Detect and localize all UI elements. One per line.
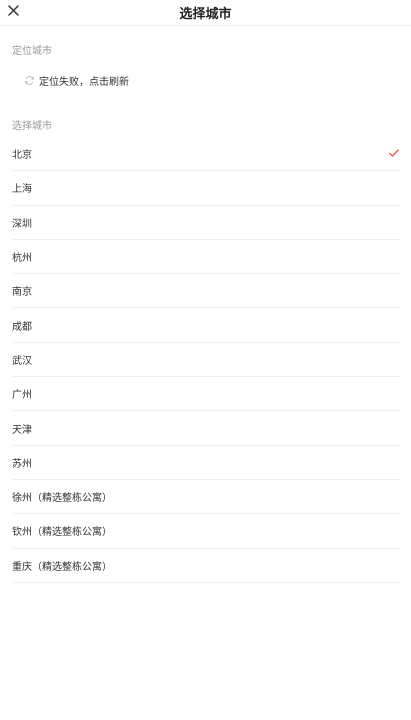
city-name: 广州 [12,390,32,402]
city-name: 苏州 [12,458,32,470]
city-item[interactable]: 广州 [12,377,400,412]
city-item[interactable]: 北京 [12,137,400,172]
city-item[interactable]: 重庆（精选整栋公寓） [12,549,400,583]
city-list: 北京上海深圳杭州南京成都武汉广州天津苏州徐州（精选整栋公寓） 钦州（精选整栋公寓）… [12,137,400,583]
city-name: 钦州（精选整栋公寓） [12,527,112,539]
city-item[interactable]: 钦州（精选整栋公寓） [12,514,400,549]
city-item[interactable]: 杭州 [12,240,400,275]
city-name: 杭州 [12,253,32,265]
city-item[interactable]: 上海 [12,171,400,206]
city-item[interactable]: 南京 [12,274,400,309]
city-name: 成都 [12,321,32,333]
city-item[interactable]: 武汉 [12,343,400,378]
refresh-icon [24,71,35,90]
city-name: 北京 [12,150,32,162]
city-name: 武汉 [12,355,32,367]
city-item[interactable]: 徐州（精选整栋公寓） [12,480,400,515]
header-bar: 选择城市 [0,0,411,26]
city-name: 重庆（精选整栋公寓） [12,561,112,573]
checkmark-icon [389,149,399,157]
city-name: 上海 [12,184,32,196]
location-section-label: 定位城市 [12,46,52,57]
select-section-label: 选择城市 [12,121,52,132]
locate-status-text: 定位失败，点击刷新 [39,76,129,88]
city-item[interactable]: 苏州 [12,446,400,480]
city-item[interactable]: 天津 [12,411,400,446]
city-item[interactable]: 成都 [12,308,400,343]
locate-refresh-button[interactable]: 定位失败，点击刷新 [24,72,129,88]
city-name: 深圳 [12,218,32,230]
page-title: 选择城市 [179,7,232,22]
city-name: 徐州（精选整栋公寓） [12,493,112,505]
city-name: 天津 [12,424,32,436]
city-item[interactable]: 深圳 [12,206,400,240]
city-name: 南京 [12,287,32,299]
